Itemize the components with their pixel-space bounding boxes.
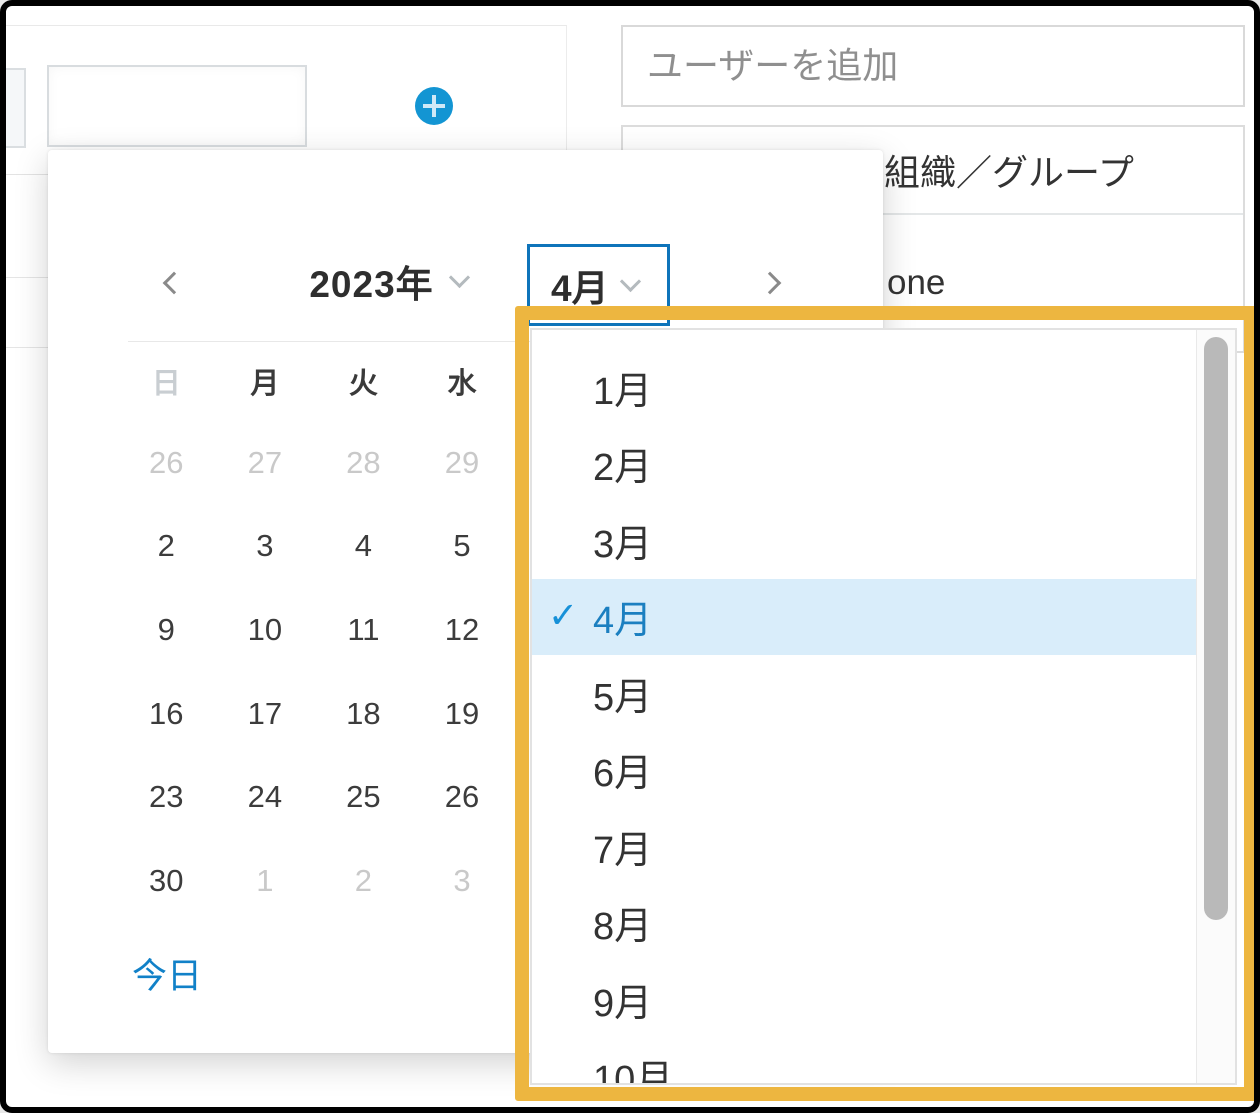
month-option-label: 10月 [593,1048,673,1085]
date-cell[interactable]: 18 [314,672,413,756]
next-month-button[interactable] [755,265,791,301]
month-option[interactable]: ✓1月 [532,349,1198,426]
chevron-left-icon [163,272,186,295]
month-option-label: 5月 [593,666,652,721]
date-cell[interactable]: 26 [117,421,216,505]
left-edge-input[interactable] [6,68,26,148]
month-option[interactable]: ✓2月 [532,426,1198,503]
date-input-field[interactable] [47,65,307,147]
date-cell[interactable]: 23 [117,756,216,840]
date-cell[interactable]: 25 [314,756,413,840]
chevron-right-icon [759,272,782,295]
weekday-label: 月 [216,360,315,402]
add-user-input[interactable] [621,25,1245,107]
row-divider [6,347,48,348]
check-icon: ✓ [548,594,578,636]
date-cell[interactable]: 3 [413,839,512,923]
date-cell[interactable]: 17 [216,672,315,756]
today-link[interactable]: 今日 [132,948,202,999]
month-option[interactable]: ✓7月 [532,808,1198,885]
date-cell[interactable]: 3 [216,505,315,589]
date-cell[interactable]: 2 [314,839,413,923]
year-label: 2023年 [309,254,433,308]
date-cell[interactable]: 2 [117,505,216,589]
month-option[interactable]: ✓5月 [532,655,1198,732]
year-selector[interactable]: 2023年 [273,258,503,304]
month-option-label: 4月 [593,589,652,644]
date-cell[interactable]: 11 [314,588,413,672]
month-dropdown-menu: ✓1月✓2月✓3月 ✓ 4月 ✓5月✓6月✓7月✓8月✓9月✓10月 [530,328,1237,1085]
row-divider [6,277,48,278]
month-option-label: 6月 [593,742,652,797]
date-cell[interactable]: 4 [314,505,413,589]
month-option[interactable]: ✓10月 [532,1038,1198,1086]
date-cell[interactable]: 5 [413,505,512,589]
month-option[interactable]: ✓8月 [532,885,1198,962]
month-option-label: 9月 [593,972,652,1027]
month-option[interactable]: ✓6月 [532,732,1198,809]
date-cell[interactable]: 9 [117,588,216,672]
date-cell[interactable]: 28 [314,421,413,505]
month-option-list: ✓1月✓2月✓3月 ✓ 4月 ✓5月✓6月✓7月✓8月✓9月✓10月 [532,330,1198,1085]
date-cell[interactable]: 24 [216,756,315,840]
month-option-label: 2月 [593,436,652,491]
chevron-down-icon [449,266,470,287]
add-plus-button[interactable] [415,87,453,125]
date-cell[interactable]: 30 [117,839,216,923]
month-option-label: 1月 [593,360,652,415]
date-cell[interactable]: 1 [216,839,315,923]
date-cell[interactable]: 19 [413,672,512,756]
month-option-label: 3月 [593,513,652,568]
app-window: 組織／グループ one 2023年 4月 日月火水木金土 26272829303… [0,0,1260,1113]
weekday-label: 日 [117,360,216,402]
scrollbar-thumb[interactable] [1204,337,1228,920]
date-cell[interactable]: 27 [216,421,315,505]
dropdown-scrollbar[interactable] [1196,330,1235,1083]
month-label: 4月 [551,258,609,312]
date-cell[interactable]: 26 [413,756,512,840]
month-option[interactable]: ✓3月 [532,502,1198,579]
month-option[interactable]: ✓9月 [532,961,1198,1038]
date-cell[interactable]: 16 [117,672,216,756]
chevron-down-icon [619,270,640,291]
month-selector[interactable]: 4月 [527,244,670,326]
date-cell[interactable]: 29 [413,421,512,505]
date-cell[interactable]: 10 [216,588,315,672]
weekday-label: 水 [413,360,512,402]
previous-month-button[interactable] [153,265,189,301]
month-option[interactable]: ✓ 4月 [532,579,1198,656]
weekday-label: 火 [314,360,413,402]
month-option-label: 8月 [593,895,652,950]
date-cell[interactable]: 12 [413,588,512,672]
month-option-label: 7月 [593,819,652,874]
